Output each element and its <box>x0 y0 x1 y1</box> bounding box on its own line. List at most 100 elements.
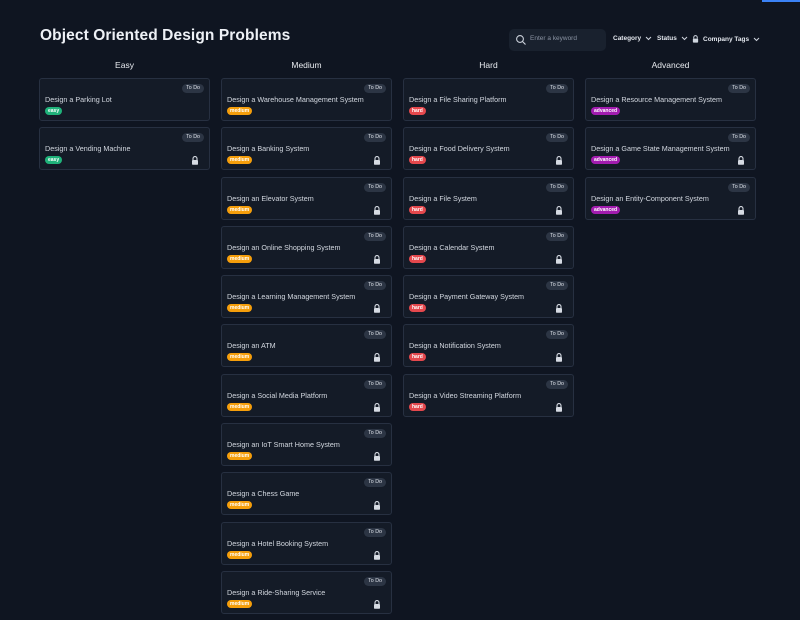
status-badge: To Do <box>182 133 204 143</box>
problem-title: Design a Video Streaming Platform <box>409 390 522 400</box>
status-badge: To Do <box>546 182 568 192</box>
problem-card[interactable]: To Do Design a Calendar System hard <box>403 225 574 269</box>
problem-card[interactable]: To Do Design an Online Shopping System med… <box>221 225 392 269</box>
problem-card[interactable]: To Do Design a Warehouse Management Syste… <box>221 78 392 121</box>
problem-card[interactable]: To Do Design a Game State Management Syst… <box>585 127 756 171</box>
difficulty-tag: advanced <box>591 107 621 115</box>
difficulty-tag: medium <box>227 599 253 608</box>
status-filter[interactable]: Status <box>657 35 688 42</box>
lock-icon <box>374 550 380 560</box>
difficulty-tag: medium <box>227 501 253 510</box>
problem-card[interactable]: To Do Design a Notification System hard <box>403 324 574 368</box>
status-badge: To Do <box>546 281 568 291</box>
category-filter-label: Category <box>613 35 642 42</box>
difficulty-tag: advanced <box>591 156 621 165</box>
status-badge: To Do <box>364 330 386 340</box>
chevron-down-icon <box>753 37 760 41</box>
difficulty-tag: hard <box>409 205 426 214</box>
search-icon <box>516 35 526 45</box>
problem-card[interactable]: To Do Design a Learning Management System… <box>221 275 392 319</box>
difficulty-tag: medium <box>227 156 253 165</box>
problem-card[interactable]: To Do Design an IoT Smart Home System medi… <box>221 423 392 467</box>
problem-card[interactable]: To Do Design an Elevator System medium <box>221 176 392 220</box>
search-input[interactable]: Enter a keyword <box>530 35 577 42</box>
problem-title: Design a Ride-Sharing Service <box>227 587 326 597</box>
lock-icon <box>738 205 744 215</box>
status-badge: To Do <box>546 330 568 340</box>
status-badge: To Do <box>182 84 204 93</box>
lock-icon <box>738 156 744 166</box>
problem-card[interactable]: To Do Design a File Sharing Platform hard <box>403 78 574 121</box>
lock-icon <box>556 205 562 215</box>
problem-title: Design a Hotel Booking System <box>227 538 329 548</box>
problem-card[interactable]: To Do Design a File System hard <box>403 176 574 220</box>
problem-card[interactable]: To Do Design a Hotel Booking System medium <box>221 521 392 565</box>
status-badge: To Do <box>364 133 386 143</box>
problem-card[interactable]: To Do Design a Parking Lot easy <box>39 78 210 121</box>
problem-card[interactable]: To Do Design a Social Media Platform mediu… <box>221 373 392 417</box>
problem-title: Design a Warehouse Management System <box>227 95 364 104</box>
problem-title: Design a File Sharing Platform <box>409 95 507 104</box>
lock-icon <box>374 304 380 313</box>
page-title: Object Oriented Design Problems <box>40 27 291 44</box>
chevron-down-icon <box>645 36 652 41</box>
status-badge: To Do <box>364 231 386 241</box>
status-badge: To Do <box>728 133 750 143</box>
column-header: Advanced <box>651 60 690 70</box>
problem-title: Design a Parking Lot <box>45 95 112 104</box>
lock-icon <box>374 402 380 412</box>
lock-icon <box>556 353 562 363</box>
status-badge: To Do <box>364 576 386 586</box>
problem-title: Design a Vending Machine <box>45 144 131 154</box>
column-header: Hard <box>479 60 498 70</box>
company-tags-filter[interactable]: Company Tags <box>692 35 760 43</box>
problem-card[interactable]: To Do Design a Vending Machine easy <box>39 127 210 171</box>
board-columns: Easy To Do Design a Parking Lot easy To Do De… <box>39 60 756 614</box>
lock-icon <box>192 156 198 166</box>
problem-card[interactable]: To Do Design a Payment Gateway System hard <box>403 275 574 319</box>
chevron-down-icon <box>681 36 688 41</box>
difficulty-tag: medium <box>227 107 253 115</box>
difficulty-tag: hard <box>409 107 426 115</box>
lock-icon <box>374 254 380 264</box>
lock-icon <box>374 452 380 461</box>
difficulty-tag: hard <box>409 402 426 411</box>
status-badge: To Do <box>728 84 750 93</box>
problem-title: Design an IoT Smart Home System <box>227 440 340 450</box>
problem-title: Design a Social Media Platform <box>227 390 328 400</box>
status-filter-label: Status <box>657 35 677 42</box>
problem-card[interactable]: To Do Design an ATM medium <box>221 324 392 368</box>
company-tags-filter-label: Company Tags <box>703 35 750 43</box>
search-box[interactable]: Enter a keyword <box>509 29 606 51</box>
status-badge: To Do <box>364 478 386 488</box>
difficulty-tag: medium <box>227 550 253 559</box>
problem-card[interactable]: To Do Design a Resource Management System… <box>585 78 756 121</box>
problem-card[interactable]: To Do Design a Banking System medium <box>221 127 392 171</box>
column-header: Medium <box>291 60 322 70</box>
difficulty-tag: easy <box>45 107 63 115</box>
lock-icon <box>374 501 380 511</box>
top-accent-line <box>762 0 800 2</box>
problem-title: Design a File System <box>409 193 477 203</box>
difficulty-tag: hard <box>409 353 426 362</box>
problem-card[interactable]: To Do Design a Food Delivery System hard <box>403 127 574 171</box>
problem-title: Design a Banking System <box>227 144 310 154</box>
column-advanced: Advanced To Do Design a Resource Managemen… <box>585 60 756 226</box>
problem-title: Design an ATM <box>227 341 276 351</box>
problem-title: Design an Online Shopping System <box>227 242 341 252</box>
status-badge: To Do <box>546 84 568 93</box>
status-badge: To Do <box>546 231 568 241</box>
problem-card[interactable]: To Do Design a Video Streaming Platform ha… <box>403 373 574 417</box>
status-badge: To Do <box>728 182 750 192</box>
problem-card[interactable]: To Do Design a Ride-Sharing Service medium <box>221 570 392 614</box>
difficulty-tag: medium <box>227 254 253 263</box>
difficulty-tag: medium <box>227 304 253 313</box>
problem-title: Design a Food Delivery System <box>409 144 510 154</box>
problem-title: Design a Chess Game <box>227 489 300 499</box>
problem-card[interactable]: To Do Design a Chess Game medium <box>221 472 392 516</box>
problem-title: Design a Learning Management System <box>227 292 356 302</box>
problem-title: Design a Resource Management System <box>591 95 723 104</box>
lock-icon <box>374 156 380 166</box>
category-filter[interactable]: Category <box>613 35 652 42</box>
problem-card[interactable]: To Do Design an Entity-Component System ad… <box>585 176 756 220</box>
